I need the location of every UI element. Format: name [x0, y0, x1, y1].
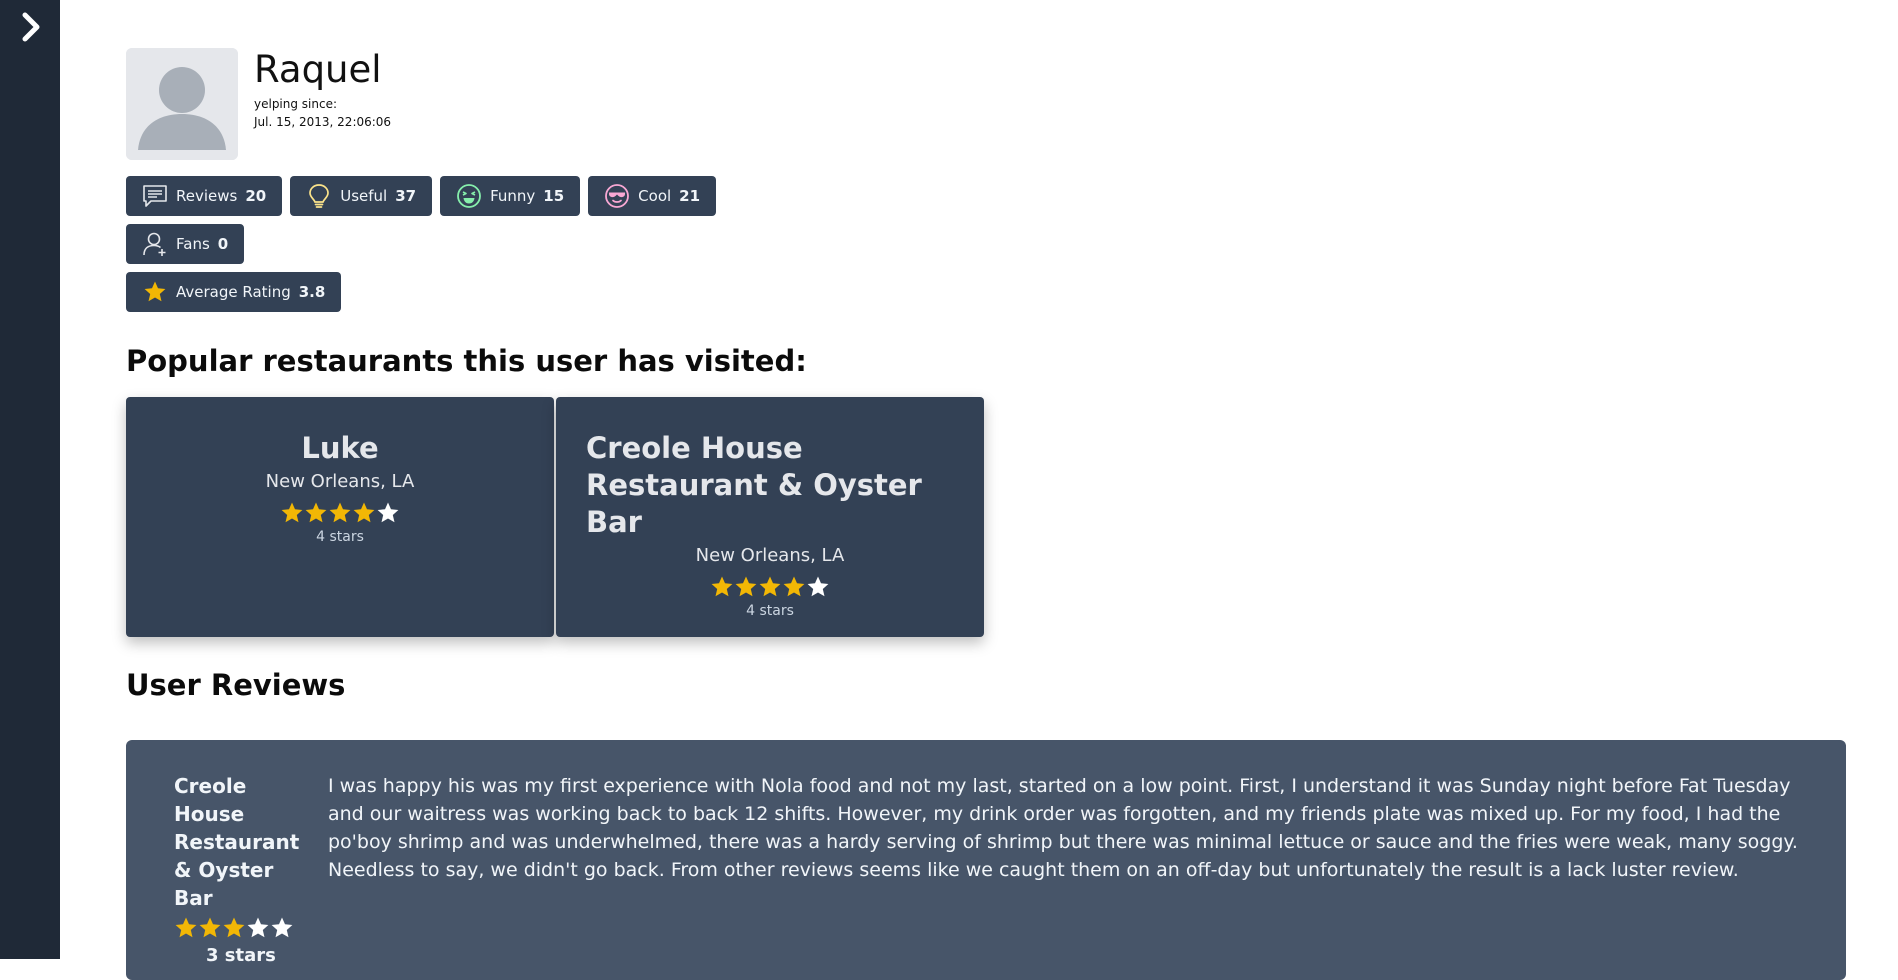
chevron-right-icon[interactable]: [18, 10, 46, 44]
useful-count: 37: [395, 187, 417, 205]
user-name: Raquel: [254, 48, 382, 91]
sidebar: [0, 0, 60, 959]
star-filled-icon: [281, 502, 303, 523]
star-filled-icon: [735, 576, 757, 597]
user-reviews-heading: User Reviews: [126, 668, 346, 702]
reviews-label: Reviews: [176, 187, 238, 205]
fans-badge: Fans 0: [126, 224, 245, 264]
sunglasses-face-icon: [604, 183, 630, 209]
star-icon: [142, 279, 168, 305]
review-restaurant: Creole House Restaurant & Oyster Bar 3 s…: [174, 772, 299, 970]
star-filled-icon: [759, 576, 781, 597]
fans-label: Fans: [176, 235, 210, 253]
star-empty-icon: [271, 917, 293, 938]
restaurant-location: New Orleans, LA: [265, 471, 415, 492]
star-empty-icon: [247, 917, 269, 938]
funny-label: Funny: [490, 187, 536, 205]
yelping-since-date: Jul. 15, 2013, 22:06:06: [254, 115, 392, 129]
user-silhouette-icon: [126, 48, 238, 160]
yelping-since-label: yelping since:: [254, 97, 338, 111]
star-filled-icon: [175, 917, 197, 938]
star-filled-icon: [199, 917, 221, 938]
cool-badge: Cool 21: [588, 176, 717, 216]
user-icon: [142, 231, 168, 257]
speech-bubble-icon: [142, 183, 168, 209]
star-filled-icon: [223, 917, 245, 938]
restaurant-name: Luke: [301, 431, 379, 465]
star-empty-icon: [807, 576, 829, 597]
avatar: [126, 48, 238, 160]
star-rating-label: 3 stars: [206, 945, 276, 966]
restaurant-card[interactable]: Creole House Restaurant & Oyster Bar New…: [556, 397, 984, 637]
average-rating-label: Average Rating: [176, 283, 291, 301]
review-restaurant-name[interactable]: Creole House Restaurant & Oyster Bar: [174, 772, 299, 912]
popular-restaurants-list: Luke New Orleans, LA 4 stars Creole Hous…: [126, 397, 986, 637]
fans-count: 0: [217, 235, 229, 253]
star-rating-label: 4 stars: [746, 603, 794, 619]
lightbulb-icon: [306, 183, 332, 209]
profile-header: Raquel yelping since: Jul. 15, 2013, 22:…: [126, 48, 391, 160]
restaurant-location: New Orleans, LA: [695, 545, 845, 566]
funny-badge: Funny 15: [440, 176, 581, 216]
star-rating: [174, 916, 294, 940]
star-rating-label: 4 stars: [316, 529, 364, 545]
reviews-badge: Reviews 20: [126, 176, 283, 216]
laughing-face-icon: [456, 183, 482, 209]
star-filled-icon: [353, 502, 375, 523]
star-rating: [126, 501, 554, 525]
review-text: I was happy his was my first experience …: [328, 775, 1798, 881]
profile-info: Raquel yelping since: Jul. 15, 2013, 22:…: [254, 48, 391, 160]
useful-badge: Useful 37: [290, 176, 433, 216]
average-rating-badge: Average Rating 3.8: [126, 272, 342, 312]
star-rating: [556, 575, 984, 599]
star-filled-icon: [711, 576, 733, 597]
restaurant-name: Creole House Restaurant & Oyster Bar: [586, 431, 922, 539]
cool-label: Cool: [638, 187, 672, 205]
restaurant-card[interactable]: Luke New Orleans, LA 4 stars: [126, 397, 554, 637]
stats-badges: Reviews 20 Useful 37 Funny 15 Cool 21 Fa…: [126, 176, 724, 320]
reviews-count: 20: [245, 187, 267, 205]
funny-count: 15: [543, 187, 565, 205]
star-filled-icon: [783, 576, 805, 597]
average-rating-value: 3.8: [298, 283, 326, 301]
review-card: Creole House Restaurant & Oyster Bar 3 s…: [126, 740, 1846, 980]
star-empty-icon: [377, 502, 399, 523]
useful-label: Useful: [340, 187, 388, 205]
star-filled-icon: [329, 502, 351, 523]
star-filled-icon: [305, 502, 327, 523]
popular-restaurants-heading: Popular restaurants this user has visite…: [126, 344, 807, 378]
cool-count: 21: [679, 187, 701, 205]
